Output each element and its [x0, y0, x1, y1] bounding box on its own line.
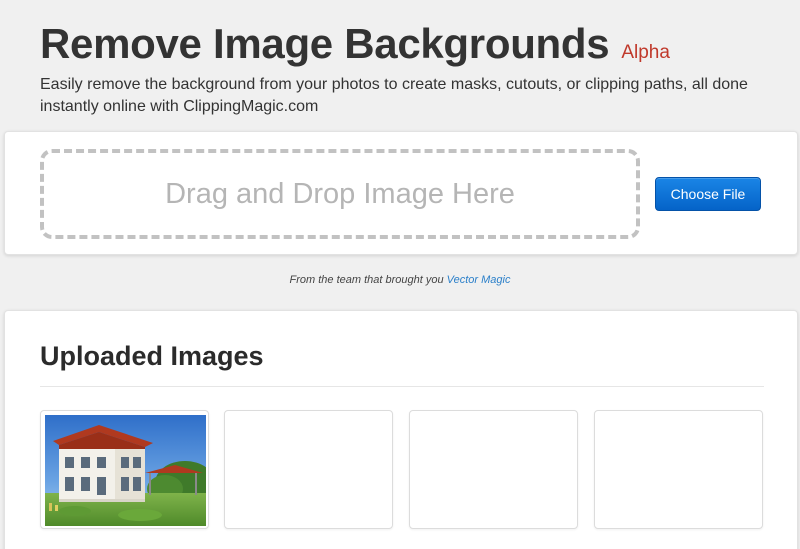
drop-zone[interactable]: Drag and Drop Image Here	[40, 149, 640, 239]
uploaded-images-card: Uploaded Images	[4, 310, 798, 549]
page-title: Remove Image Backgrounds	[40, 20, 610, 67]
image-thumbnail-3[interactable]	[409, 410, 578, 529]
page-description: Easily remove the background from your p…	[40, 76, 748, 115]
vector-magic-link[interactable]: Vector Magic	[447, 274, 511, 286]
credit-text: From the team that brought you	[289, 274, 444, 286]
credit-line: From the team that brought you Vector Ma…	[0, 274, 800, 286]
house-photo	[45, 415, 206, 526]
upload-card: Drag and Drop Image Here Choose File	[4, 131, 798, 255]
image-thumbnail-2[interactable]	[224, 410, 393, 529]
image-thumbnail-1[interactable]	[40, 410, 209, 529]
uploaded-images-title: Uploaded Images	[40, 341, 264, 371]
drop-zone-label: Drag and Drop Image Here	[165, 177, 515, 210]
divider	[40, 386, 764, 387]
hero-title-row: Remove Image Backgrounds Alpha	[40, 18, 780, 70]
image-thumbnail-4[interactable]	[594, 410, 763, 529]
choose-file-button[interactable]: Choose File	[655, 177, 761, 211]
hero-section: Remove Image Backgrounds Alpha Easily re…	[40, 18, 780, 118]
alpha-badge: Alpha	[621, 42, 670, 63]
